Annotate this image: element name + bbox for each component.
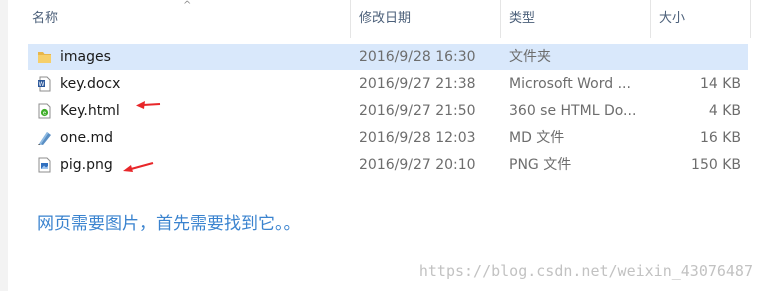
file-date-modified: 2016/9/28 16:30 — [359, 49, 476, 65]
svg-text:W: W — [39, 81, 45, 88]
file-type: Microsoft Word ... — [509, 76, 631, 92]
file-row-images[interactable]: images 2016/9/28 16:30 文件夹 — [28, 44, 748, 70]
file-name: pig.png — [60, 157, 113, 173]
file-type: 360 se HTML Do... — [509, 103, 637, 119]
file-name: one.md — [60, 130, 114, 146]
file-row-key-docx[interactable]: W key.docx 2016/9/27 21:38 Microsoft Wor… — [28, 71, 748, 97]
column-divider[interactable] — [750, 0, 751, 38]
file-date-modified: 2016/9/27 21:50 — [359, 103, 476, 119]
annotation-note: 网页需要图片，首先需要找到它。。 — [37, 214, 301, 234]
markdown-file-icon — [38, 132, 51, 145]
column-divider[interactable] — [350, 0, 351, 38]
file-name: images — [60, 49, 111, 65]
file-type: PNG 文件 — [509, 157, 572, 173]
html-file-icon: e — [38, 103, 51, 119]
column-header-bar: 名称 ^ 修改日期 类型 大小 — [0, 0, 764, 38]
column-divider[interactable] — [650, 0, 651, 38]
file-type: MD 文件 — [509, 130, 565, 146]
image-file-icon — [38, 157, 51, 173]
file-date-modified: 2016/9/27 20:10 — [359, 157, 476, 173]
file-name: key.docx — [60, 76, 121, 92]
column-header-date-modified[interactable]: 修改日期 — [355, 0, 500, 38]
navigation-pane-edge — [0, 0, 8, 291]
column-header-size[interactable]: 大小 — [655, 0, 750, 38]
file-size: 16 KB — [699, 130, 741, 146]
file-date-modified: 2016/9/27 21:38 — [359, 76, 476, 92]
file-row-one-md[interactable]: one.md 2016/9/28 12:03 MD 文件 16 KB — [28, 125, 748, 151]
word-document-icon: W — [38, 76, 51, 92]
annotation-arrow-icon — [123, 161, 154, 172]
file-size: 14 KB — [699, 76, 741, 92]
file-type: 文件夹 — [509, 49, 551, 65]
watermark-text: https://blog.csdn.net/weixin_43076487 — [418, 262, 753, 280]
sort-ascending-icon: ^ — [183, 0, 192, 11]
file-size: 150 KB — [691, 157, 741, 173]
column-header-type[interactable]: 类型 — [505, 0, 650, 38]
file-size: 4 KB — [708, 103, 741, 119]
file-date-modified: 2016/9/28 12:03 — [359, 130, 476, 146]
annotation-arrow-icon — [136, 101, 161, 109]
column-divider[interactable] — [500, 0, 501, 38]
folder-icon — [38, 52, 51, 63]
file-name: Key.html — [60, 103, 120, 119]
